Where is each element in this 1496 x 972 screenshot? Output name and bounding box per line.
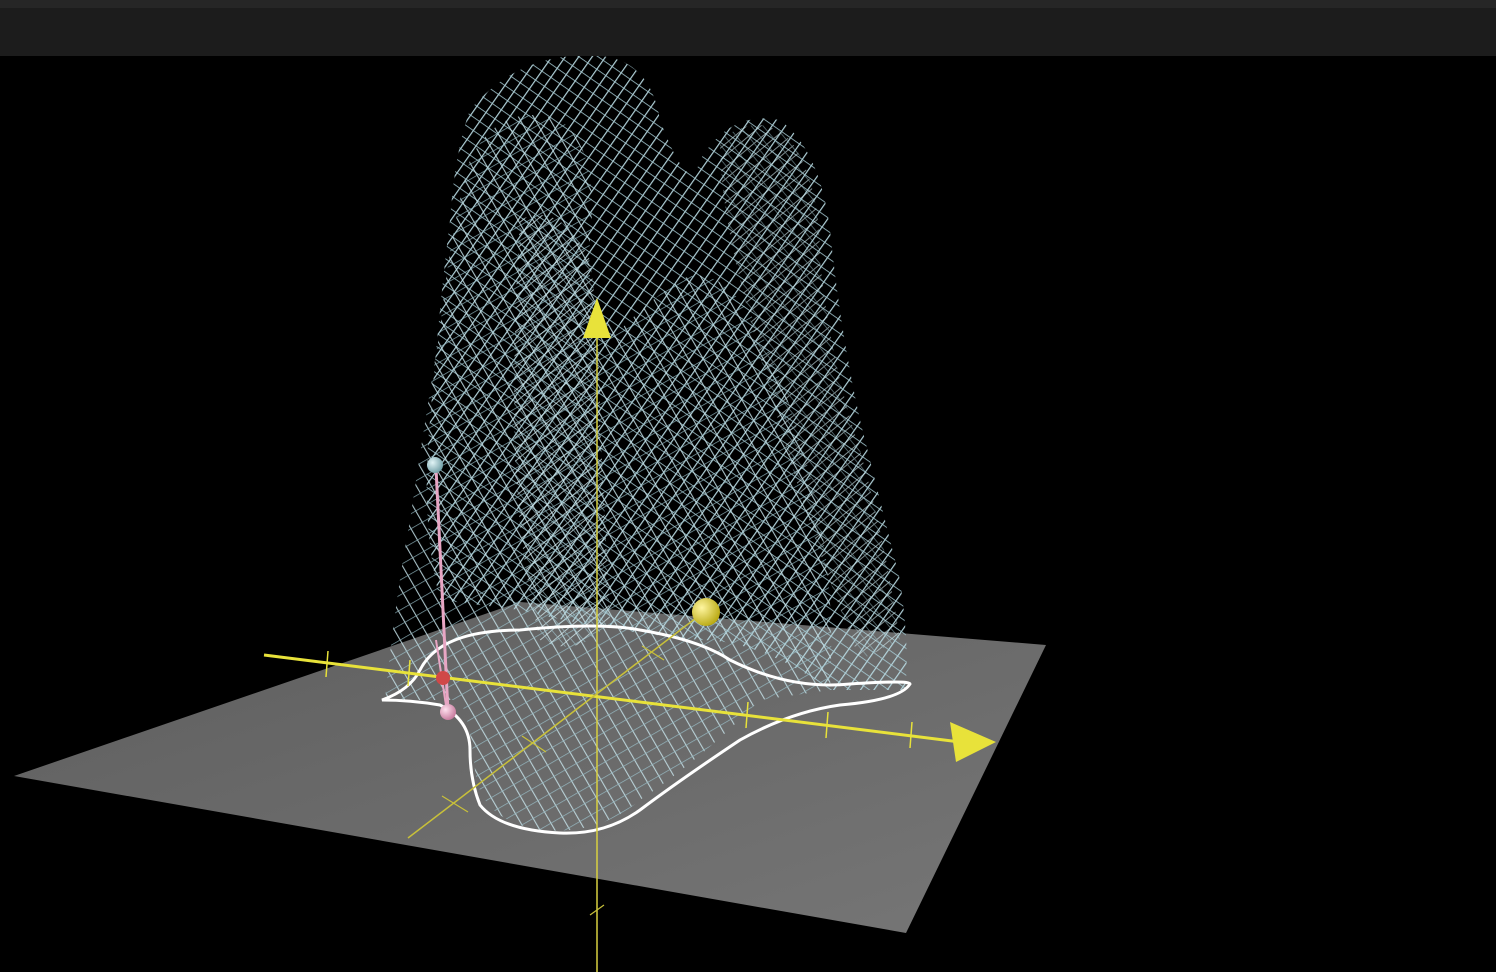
scene-canvas[interactable] — [0, 56, 1496, 972]
probe-base-handle-icon[interactable] — [440, 704, 456, 720]
y-axis-handle-icon[interactable] — [692, 598, 720, 626]
probe-point-icon[interactable] — [436, 671, 450, 685]
probe-top-handle-icon[interactable] — [427, 457, 443, 473]
3d-viewport[interactable] — [0, 56, 1496, 972]
toolbar — [0, 0, 1496, 56]
